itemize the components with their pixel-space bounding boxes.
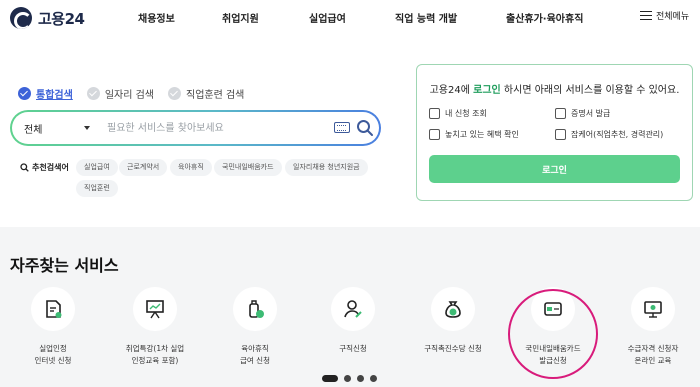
service-parental-leave-benefit[interactable]: 육아휴직 급여 신청 [210, 287, 300, 367]
monitor-icon [644, 301, 662, 318]
check-icon [429, 129, 440, 140]
person-icon [344, 300, 362, 318]
service-label: 내 신청 조회 [445, 109, 487, 118]
header: 고용24 채용정보 취업지원 실업급여 직업 능력 개발 출산휴가·육아휴직 전… [0, 0, 700, 37]
login-prompt: 고용24에 로그인 하시면 아래의 서비스를 이용할 수 있어요. [417, 81, 692, 96]
login-prompt-suffix: 하시면 아래의 서비스를 이용할 수 있어요. [500, 85, 680, 96]
recommended-title: 추천검색어 [20, 162, 69, 173]
service-jobcare[interactable]: 잡케어(직업추천, 경력관리) [555, 129, 663, 140]
carousel-dot[interactable] [357, 375, 364, 382]
search-icon[interactable] [356, 119, 374, 137]
hamburger-icon [640, 10, 652, 21]
certificate-icon [555, 108, 566, 119]
keyword-tag[interactable]: 일자리채용 청년지원금 [285, 159, 368, 176]
all-menu-button[interactable]: 전체메뉴 [640, 9, 689, 22]
keyword-tag[interactable]: 국민내일배움카드 [214, 159, 282, 176]
list-icon [429, 108, 440, 119]
scope-label: 통합검색 [36, 90, 73, 101]
nav-item-jobs[interactable]: 채용정보 [138, 10, 175, 25]
service-label: 잡케어(직업추천, 경력관리) [571, 130, 664, 139]
main-nav: 채용정보 취업지원 실업급여 직업 능력 개발 출산휴가·육아휴직 [0, 10, 700, 26]
jobcare-icon [555, 129, 566, 140]
chevron-down-icon [84, 126, 90, 130]
nav-item-unemployment-benefit[interactable]: 실업급여 [309, 10, 346, 25]
service-label: 육아휴직 급여 신청 [240, 344, 270, 365]
recommended-title-text: 추천검색어 [32, 163, 69, 172]
keyboard-icon[interactable] [334, 122, 350, 133]
scope-label: 직업훈련 검색 [186, 90, 245, 101]
service-label: 취업특강(1차 실업 인정교육 포함) [125, 344, 185, 365]
check-circle-icon [168, 87, 181, 100]
keyword-tag[interactable]: 근로계약서 [119, 159, 168, 176]
service-unemployment-recognition[interactable]: 실업인정 인터넷 신청 [8, 287, 98, 367]
service-my-applications[interactable]: 내 신청 조회 [429, 108, 487, 119]
login-card: 고용24에 로그인 하시면 아래의 서비스를 이용할 수 있어요. 내 신청 조… [416, 64, 693, 201]
keyword-tag[interactable]: 직업훈련 [76, 180, 118, 197]
scope-job-search[interactable]: 일자리 검색 [86, 86, 154, 101]
keyword-tag[interactable]: 실업급여 [76, 159, 118, 176]
all-menu-label: 전체메뉴 [656, 12, 690, 22]
search-box: 전체 [10, 110, 381, 146]
login-prompt-prefix: 고용24에 [429, 85, 474, 96]
nav-item-vocational-training[interactable]: 직업 능력 개발 [395, 10, 457, 25]
carousel-dot[interactable] [370, 375, 377, 382]
service-label: 구직촉진수당 신청 [424, 344, 482, 353]
nav-item-parental-leave[interactable]: 출산휴가·육아휴직 [506, 10, 583, 25]
nav-item-employment-support[interactable]: 취업지원 [222, 10, 259, 25]
search-input[interactable] [107, 118, 327, 138]
carousel-pagination [322, 375, 383, 382]
service-label: 증명서 발급 [571, 109, 611, 118]
login-button[interactable]: 로그인 [429, 155, 680, 183]
service-label: 실업인정 인터넷 신청 [34, 344, 72, 365]
service-benefits-check[interactable]: 놓치고 있는 혜택 확인 [429, 129, 519, 140]
scope-integrated[interactable]: 통합검색 [18, 86, 73, 101]
carousel-dot[interactable] [344, 375, 351, 382]
document-icon [46, 300, 62, 318]
service-certificate[interactable]: 증명서 발급 [555, 108, 610, 119]
keyword-tag[interactable]: 육아휴직 [170, 159, 212, 176]
login-link[interactable]: 로그인 [473, 85, 501, 96]
check-circle-icon [18, 87, 31, 100]
carousel-dot-active[interactable] [322, 375, 338, 382]
frequent-services-title: 자주찾는 서비스 [10, 256, 119, 275]
scope-label: 일자리 검색 [104, 90, 154, 101]
search-scope-tabs: 통합검색 일자리 검색 직업훈련 검색 [18, 86, 258, 101]
search-small-icon [20, 163, 29, 172]
service-label: 놓치고 있는 혜택 확인 [445, 130, 519, 139]
service-job-seeking-allowance[interactable]: 구직촉진수당 신청 [408, 287, 498, 355]
money-bag-icon [445, 301, 461, 318]
service-job-application[interactable]: 구직신청 [308, 287, 398, 355]
frequent-services: 자주찾는 서비스 실업인정 인터넷 신청 취업특강(1차 실업 인정교육 포함) [0, 227, 700, 387]
highlight-circle [508, 289, 598, 379]
service-online-education[interactable]: 수급자격 신청자 온라인 교육 [608, 287, 698, 367]
presentation-icon [146, 300, 164, 319]
service-label: 수급자격 신청자 온라인 교육 [627, 344, 679, 365]
search-category-select[interactable]: 전체 [24, 121, 104, 136]
service-label: 구직신청 [339, 344, 367, 353]
service-employment-lecture[interactable]: 취업특강(1차 실업 인정교육 포함) [110, 287, 200, 367]
baby-bottle-icon [249, 300, 264, 318]
check-circle-icon [86, 87, 100, 100]
scope-training-search[interactable]: 직업훈련 검색 [168, 86, 244, 101]
